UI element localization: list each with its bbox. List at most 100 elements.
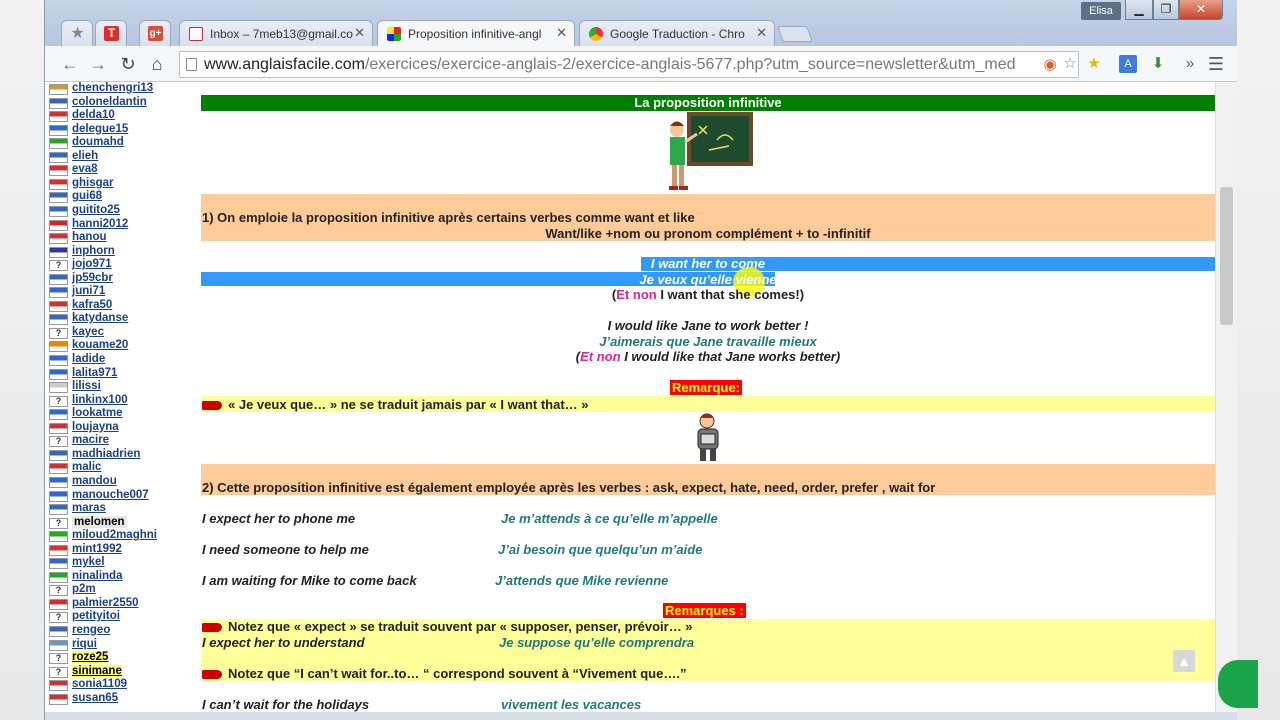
country-flag-icon [49, 598, 68, 610]
vertical-scrollbar[interactable] [1215, 82, 1237, 712]
member-link[interactable]: eva8 [72, 163, 98, 175]
member-link[interactable]: doumahd [72, 136, 124, 148]
note-2-french: vivement les vacances [501, 697, 642, 712]
back-arrow-icon[interactable]: ← [59, 54, 81, 74]
member-link[interactable]: lilissi [72, 380, 101, 392]
download-extension-icon[interactable]: ⬇ [1149, 55, 1167, 73]
member-list-item: chenchengri13 [49, 82, 199, 96]
close-window-button[interactable]: ✕ [1179, 0, 1223, 20]
member-link[interactable]: p2m [72, 583, 96, 595]
tab-label: Google Traduction - Chro [610, 27, 745, 41]
member-link[interactable]: delda10 [72, 109, 115, 121]
country-flag-icon [49, 97, 68, 109]
maximize-button[interactable]: ❐ [1153, 0, 1179, 20]
member-link[interactable]: chenchengri13 [72, 82, 153, 94]
example-1-wrong: I want that she comes!) [656, 287, 805, 302]
member-link[interactable]: hanou [72, 231, 107, 243]
remark-line: « Je veux que… » ne se traduit jamais pa… [202, 397, 589, 412]
member-link[interactable]: jp59cbr [72, 272, 113, 284]
home-icon[interactable]: ⌂ [146, 54, 168, 74]
member-link[interactable]: guitito25 [72, 204, 120, 216]
member-link[interactable]: riqui [72, 638, 97, 650]
member-link[interactable]: linkinx100 [72, 394, 128, 406]
member-link[interactable]: madhiadrien [72, 448, 140, 460]
close-tab-icon[interactable]: ✕ [756, 25, 767, 41]
member-link[interactable]: malic [72, 461, 101, 473]
member-link[interactable]: melomen [72, 515, 127, 528]
member-link[interactable]: inphorn [72, 245, 115, 257]
reload-icon[interactable]: ↻ [117, 54, 139, 74]
translate-icon[interactable]: A [1119, 55, 1137, 73]
member-list-item: lalita971 [49, 367, 199, 381]
pinned-tab-bookmarks[interactable]: ★ [61, 20, 93, 46]
member-link[interactable]: sonia1109 [72, 678, 127, 690]
pair-3-english: I am waiting for Mike to come back [202, 573, 417, 588]
member-link[interactable]: ninalinda [72, 570, 122, 582]
member-link[interactable]: roze25 [72, 651, 109, 664]
member-list-item: loujayna [49, 421, 199, 435]
member-link[interactable]: coloneldantin [72, 96, 147, 108]
member-link[interactable]: petityitoi [72, 610, 120, 622]
url-domain: www.anglaisfacile.com [204, 56, 365, 73]
member-link[interactable]: maras [72, 502, 106, 514]
profile-badge[interactable]: Elisa [1081, 2, 1121, 20]
bookmark-star-icon[interactable]: ☆ [1061, 55, 1079, 73]
member-link[interactable]: miloud2maghni [72, 529, 157, 541]
address-bar[interactable]: www.anglaisfacile.com/exercices/exercice… [179, 51, 1079, 78]
member-list-item: elieh [49, 150, 199, 164]
member-link[interactable]: elieh [72, 150, 98, 162]
page-content: chenchengri13 coloneldantin delda10 delegue… [45, 82, 1237, 712]
forward-arrow-icon[interactable]: → [87, 54, 109, 74]
member-link[interactable]: susan65 [72, 692, 118, 704]
member-link[interactable]: lookatme [72, 407, 123, 419]
member-list-item: ? macire [49, 434, 199, 448]
member-link[interactable]: ladide [72, 353, 105, 365]
minimize-button[interactable]: ▁ [1125, 0, 1153, 20]
member-link[interactable]: hanni2012 [72, 218, 128, 230]
tab-proposition-infinitive[interactable]: Proposition infinitive-angl ✕ [377, 20, 575, 47]
member-list-item: lookatme [49, 407, 199, 421]
member-link[interactable]: gui68 [72, 190, 102, 202]
member-list-item: jp59cbr [49, 272, 199, 286]
member-link[interactable]: macire [72, 434, 109, 446]
tab-google-traduction[interactable]: Google Traduction - Chro ✕ [579, 20, 775, 46]
member-link[interactable]: ghisgar [72, 177, 114, 189]
member-link[interactable]: palmier2550 [72, 597, 139, 609]
member-link[interactable]: manouche007 [72, 489, 149, 501]
new-tab-button[interactable] [777, 26, 813, 42]
member-link[interactable]: katydanse [72, 312, 128, 324]
chat-bubble-icon[interactable] [1218, 660, 1258, 708]
more-extensions-icon[interactable]: » [1181, 55, 1199, 73]
member-link[interactable]: kafra50 [72, 299, 112, 311]
tab-inbox[interactable]: Inbox – 7meb13@gmail.co ✕ [179, 20, 373, 46]
bookmarks-star-icon[interactable]: ★ [1085, 55, 1103, 73]
member-link[interactable]: mint1992 [72, 543, 122, 555]
member-link[interactable]: mandou [72, 475, 117, 487]
close-tab-icon[interactable]: ✕ [556, 25, 567, 41]
country-flag-icon [49, 111, 68, 123]
member-link[interactable]: sinimane [72, 664, 122, 677]
scroll-to-top-icon[interactable]: ▲ [1173, 650, 1195, 672]
menu-icon[interactable]: ☰ [1207, 55, 1225, 73]
member-link[interactable]: kouame20 [72, 339, 128, 351]
member-link[interactable]: jojo971 [72, 258, 112, 270]
member-link[interactable]: mykel [72, 556, 105, 568]
member-list-item: maras [49, 502, 199, 516]
pointing-hand-icon [202, 623, 222, 633]
member-link[interactable]: delegue15 [72, 123, 128, 135]
extension-cookie-icon[interactable]: ◉ [1041, 56, 1059, 74]
note-2-text: Notez que “I can’t wait for..to… “ corre… [228, 666, 687, 681]
member-link[interactable]: juni71 [72, 285, 105, 297]
country-flag-icon [49, 84, 68, 95]
close-tab-icon[interactable]: ✕ [354, 25, 365, 41]
example-2-not-line: (Et non I would like that Jane works bet… [201, 349, 1215, 364]
pinned-tab-google-plus[interactable]: g+ [139, 20, 171, 46]
pinned-tab-t-app[interactable]: T [95, 20, 127, 46]
member-link[interactable]: loujayna [72, 421, 119, 433]
country-flag-icon [49, 680, 68, 692]
country-flag-icon [49, 449, 68, 461]
member-link[interactable]: kayec [72, 326, 104, 338]
member-link[interactable]: rengeo [72, 624, 110, 636]
scrollbar-thumb[interactable] [1220, 187, 1233, 325]
member-link[interactable]: lalita971 [72, 367, 117, 379]
